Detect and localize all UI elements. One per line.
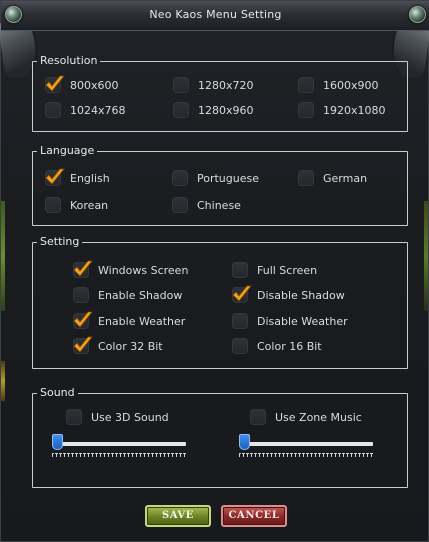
right-orb-icon	[409, 6, 426, 23]
slider-track[interactable]	[239, 442, 373, 446]
option-label: 1920x1080	[323, 103, 386, 117]
setting-option-enable-shadow[interactable]: Enable Shadow	[73, 285, 182, 305]
option-label: 800x600	[70, 78, 119, 92]
slider-thumb[interactable]	[52, 434, 63, 450]
option-label: Use 3D Sound	[91, 410, 169, 424]
language-option-german[interactable]: German	[298, 168, 367, 188]
option-label: Disable Weather	[257, 314, 348, 328]
right-edge-strip	[424, 201, 428, 311]
checkmark-icon	[72, 310, 94, 330]
save-button[interactable]: SAVE	[145, 505, 211, 527]
option-label: 1280x960	[198, 103, 254, 117]
checkbox[interactable]	[73, 260, 93, 278]
slider-ticks	[239, 453, 373, 457]
sound-3d-volume-slider[interactable]	[52, 434, 186, 464]
zone-music-volume-slider[interactable]	[239, 434, 373, 464]
resolution-option-1024x768[interactable]: 1024x768	[45, 100, 126, 120]
option-label: Portuguese	[197, 171, 259, 185]
window-title: Neo Kaos Menu Setting	[149, 8, 282, 21]
checkbox[interactable]	[298, 170, 314, 186]
option-label: 1280x720	[198, 78, 254, 92]
option-label: 1600x900	[323, 78, 379, 92]
option-label: Enable Weather	[98, 314, 186, 328]
cancel-button[interactable]: CANCEL	[221, 505, 287, 527]
checkbox[interactable]	[232, 338, 248, 354]
option-label: Disable Shadow	[257, 288, 345, 302]
sound-option-3d-sound[interactable]: Use 3D Sound	[66, 407, 169, 427]
option-label: Enable Shadow	[98, 288, 183, 302]
option-label: Color 16 Bit	[257, 339, 322, 353]
slider-track[interactable]	[52, 442, 186, 446]
setting-option-full-screen[interactable]: Full Screen	[232, 260, 317, 280]
setting-option-disable-shadow[interactable]: Disable Shadow	[232, 285, 345, 305]
checkbox[interactable]	[173, 77, 189, 93]
language-option-chinese[interactable]: Chinese	[172, 195, 241, 215]
slider-thumb[interactable]	[239, 434, 250, 450]
sound-option-zone-music[interactable]: Use Zone Music	[250, 407, 362, 427]
resolution-legend: Resolution	[40, 54, 98, 67]
checkbox[interactable]	[298, 102, 314, 118]
checkbox[interactable]	[298, 77, 314, 93]
option-label: German	[323, 171, 368, 185]
option-label: Full Screen	[257, 263, 318, 277]
checkbox[interactable]	[232, 285, 252, 303]
option-label: Windows Screen	[98, 263, 189, 277]
checkbox[interactable]	[45, 197, 61, 213]
checkbox[interactable]	[73, 287, 89, 303]
resolution-option-1280x720[interactable]: 1280x720	[173, 75, 254, 95]
language-legend: Language	[40, 144, 95, 157]
checkmark-icon	[231, 284, 253, 304]
checkbox[interactable]	[66, 409, 82, 425]
option-label: Color 32 Bit	[98, 339, 163, 353]
settings-window: Neo Kaos Menu Setting Resolution 800x600…	[0, 0, 429, 542]
setting-option-color-32-bit[interactable]: Color 32 Bit	[73, 336, 163, 356]
language-option-portuguese[interactable]: Portuguese	[172, 168, 259, 188]
checkmark-icon	[44, 74, 66, 94]
checkbox[interactable]	[73, 336, 93, 354]
option-label: English	[70, 171, 110, 185]
setting-option-disable-weather[interactable]: Disable Weather	[232, 311, 348, 331]
checkmark-icon	[72, 259, 94, 279]
checkmark-icon	[72, 335, 94, 355]
checkbox[interactable]	[232, 313, 248, 329]
sound-legend: Sound	[40, 386, 75, 399]
checkbox[interactable]	[250, 409, 266, 425]
setting-option-windows-screen[interactable]: Windows Screen	[73, 260, 188, 280]
checkbox[interactable]	[45, 102, 61, 118]
checkbox[interactable]	[73, 311, 93, 329]
left-edge-strip	[1, 201, 5, 311]
checkbox[interactable]	[45, 75, 65, 93]
checkmark-icon	[44, 167, 66, 187]
checkbox[interactable]	[45, 168, 65, 186]
option-label: Use Zone Music	[275, 410, 362, 424]
language-option-english[interactable]: English	[45, 168, 110, 188]
option-label: Chinese	[197, 198, 241, 212]
checkbox[interactable]	[232, 262, 248, 278]
resolution-option-1280x960[interactable]: 1280x960	[173, 100, 254, 120]
title-bar[interactable]: Neo Kaos Menu Setting	[1, 1, 429, 31]
checkbox[interactable]	[172, 197, 188, 213]
setting-legend: Setting	[40, 235, 80, 248]
setting-option-color-16-bit[interactable]: Color 16 Bit	[232, 336, 322, 356]
checkbox[interactable]	[173, 102, 189, 118]
resolution-option-800x600[interactable]: 800x600	[45, 75, 119, 95]
checkbox[interactable]	[172, 170, 188, 186]
option-label: 1024x768	[70, 103, 126, 117]
setting-option-enable-weather[interactable]: Enable Weather	[73, 311, 185, 331]
language-option-korean[interactable]: Korean	[45, 195, 108, 215]
resolution-option-1920x1080[interactable]: 1920x1080	[298, 100, 386, 120]
resolution-option-1600x900[interactable]: 1600x900	[298, 75, 379, 95]
slider-ticks	[52, 453, 186, 457]
left-edge-accent	[1, 361, 5, 401]
option-label: Korean	[70, 198, 109, 212]
